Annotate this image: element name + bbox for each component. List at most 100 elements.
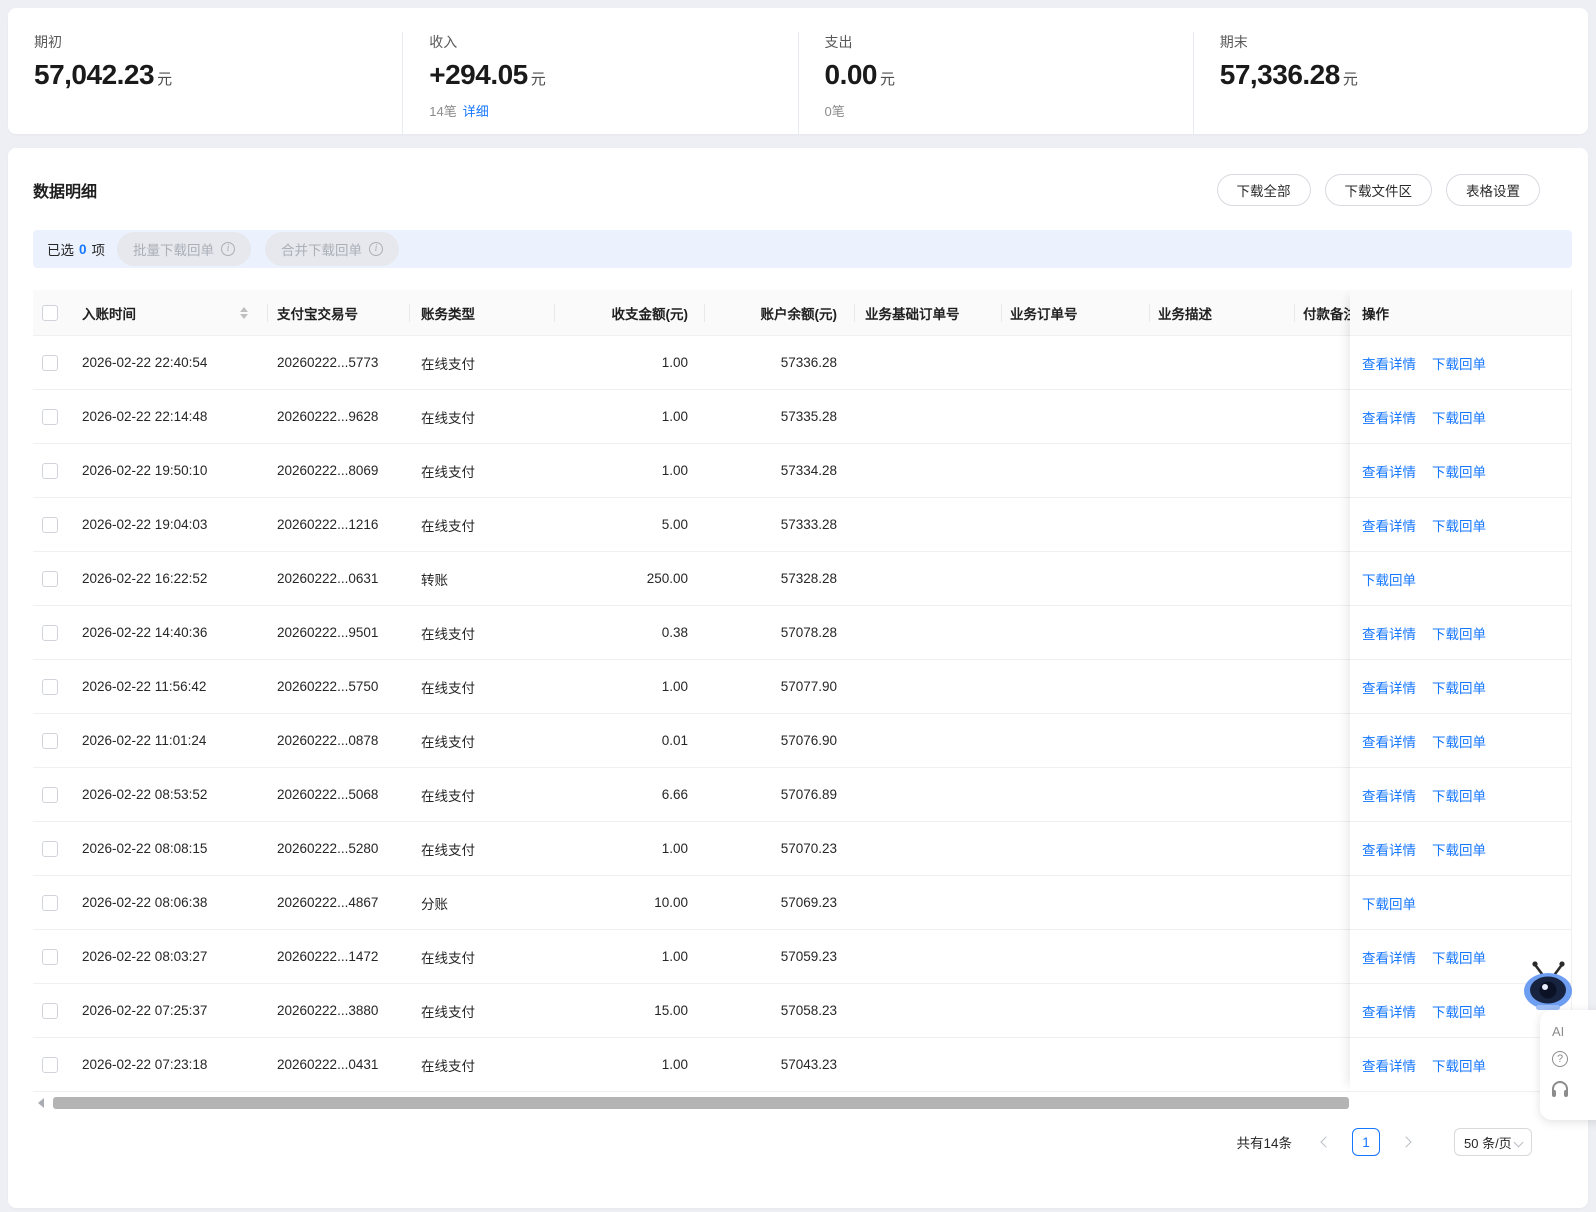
download-all-button[interactable]: 下载全部 [1216,174,1311,206]
download-receipt-link[interactable]: 下载回单 [1432,1001,1486,1021]
cell-account-type: 在线支付 [421,356,475,372]
column-header-actions: 操作 [1350,290,1571,336]
column-header-time[interactable]: 入账时间 [75,290,268,335]
cell-base-order [855,1038,1002,1091]
cell-order [1002,390,1150,443]
cell-time: 2026-02-22 08:03:27 [82,949,208,964]
download-receipt-link[interactable]: 下载回单 [1432,353,1486,373]
download-receipt-link[interactable]: 下载回单 [1432,623,1486,643]
row-checkbox[interactable] [42,948,58,965]
download-receipt-link[interactable]: 下载回单 [1362,893,1416,913]
download-receipt-link[interactable]: 下载回单 [1432,839,1486,859]
view-detail-link[interactable]: 查看详情 [1362,785,1416,805]
income-detail-link[interactable]: 详细 [463,104,489,119]
stat-income: 收入 +294.05 元 14笔 详细 [402,32,797,134]
row-checkbox[interactable] [42,462,58,479]
action-cell: 查看详情 下载回单 [1350,660,1571,714]
row-checkbox[interactable] [42,732,58,749]
table-row: 2026-02-22 19:50:10 20260222...8069 在线支付… [33,444,1572,498]
download-receipt-link[interactable]: 下载回单 [1432,461,1486,481]
stat-value: 57,336.28 元 [1219,59,1358,90]
chevron-down-icon [1513,1137,1524,1147]
row-checkbox[interactable] [42,840,58,857]
cell-order [1002,336,1150,389]
page-size-select[interactable]: 50 条/页 [1454,1128,1532,1156]
cell-account-type: 在线支付 [421,680,475,696]
download-receipt-link[interactable]: 下载回单 [1432,407,1486,427]
cell-txn-id: 20260222...9501 [277,625,379,640]
cell-description [1150,984,1295,1037]
ai-assistant-button[interactable]: AI [1552,1024,1596,1039]
cell-balance: 57328.28 [780,571,837,586]
next-page-icon[interactable] [1400,1136,1412,1148]
view-detail-link[interactable]: 查看详情 [1362,461,1416,481]
download-receipt-link[interactable]: 下载回单 [1432,1055,1486,1075]
cell-description [1150,498,1295,551]
cell-balance: 57076.89 [780,787,837,802]
cell-base-order [855,660,1002,713]
page-1-button[interactable]: 1 [1352,1128,1380,1156]
stat-closing-balance: 期末 57,336.28 元 [1192,32,1588,134]
cell-txn-id: 20260222...0431 [277,1057,379,1072]
table-settings-button[interactable]: 表格设置 [1446,174,1540,206]
cell-balance: 57335.28 [780,409,837,424]
cell-time: 2026-02-22 08:53:52 [82,787,208,802]
row-checkbox[interactable] [42,516,58,533]
download-receipt-link[interactable]: 下载回单 [1432,947,1486,967]
prev-page-icon[interactable] [1320,1136,1332,1148]
cell-description [1150,660,1295,713]
view-detail-link[interactable]: 查看详情 [1362,623,1416,643]
sort-icon[interactable] [240,306,248,319]
row-checkbox[interactable] [42,678,58,695]
view-detail-link[interactable]: 查看详情 [1362,677,1416,697]
row-checkbox[interactable] [42,408,58,425]
view-detail-link[interactable]: 查看详情 [1362,839,1416,859]
table-row: 2026-02-22 22:40:54 20260222...5773 在线支付… [33,336,1572,390]
cell-amount: 5.00 [661,517,688,532]
view-detail-link[interactable]: 查看详情 [1362,1055,1416,1075]
cell-order [1002,930,1150,983]
download-receipt-link[interactable]: 下载回单 [1432,731,1486,751]
table-row: 2026-02-22 08:08:15 20260222...5280 在线支付… [33,822,1572,876]
batch-download-button[interactable]: 批量下载回单 i [117,232,252,266]
cell-amount: 1.00 [661,679,688,694]
robot-icon[interactable] [1522,958,1574,1010]
view-detail-link[interactable]: 查看详情 [1362,353,1416,373]
download-receipt-link[interactable]: 下载回单 [1432,515,1486,535]
table-row: 2026-02-22 22:14:48 20260222...9628 在线支付… [33,390,1572,444]
select-all-checkbox[interactable] [42,304,58,321]
row-checkbox[interactable] [42,570,58,587]
horizontal-scrollbar[interactable] [33,1096,1572,1110]
view-detail-link[interactable]: 查看详情 [1362,407,1416,427]
cell-order [1002,498,1150,551]
cell-amount: 0.01 [661,733,688,748]
scrollbar-thumb[interactable] [53,1097,1349,1109]
row-checkbox[interactable] [42,1056,58,1073]
cell-amount: 1.00 [661,841,688,856]
download-receipt-link[interactable]: 下载回单 [1432,677,1486,697]
row-checkbox[interactable] [42,354,58,371]
cell-time: 2026-02-22 14:40:36 [82,625,208,640]
view-detail-link[interactable]: 查看详情 [1362,1001,1416,1021]
help-icon[interactable]: ? [1552,1051,1568,1067]
cell-account-type: 在线支付 [421,464,475,480]
cell-base-order [855,984,1002,1037]
selection-bar: 已选 0 项 批量下载回单 i 合并下载回单 i [33,230,1572,268]
download-receipt-link[interactable]: 下载回单 [1362,569,1416,589]
download-receipt-link[interactable]: 下载回单 [1432,785,1486,805]
action-cell: 查看详情 下载回单 [1350,1038,1571,1092]
row-checkbox[interactable] [42,894,58,911]
scroll-left-icon[interactable] [38,1098,44,1108]
row-checkbox[interactable] [42,786,58,803]
row-checkbox[interactable] [42,1002,58,1019]
view-detail-link[interactable]: 查看详情 [1362,515,1416,535]
view-detail-link[interactable]: 查看详情 [1362,947,1416,967]
merge-download-button[interactable]: 合并下载回单 i [265,232,400,266]
row-checkbox[interactable] [42,624,58,641]
cell-amount: 6.66 [661,787,688,802]
download-files-button[interactable]: 下载文件区 [1324,174,1432,206]
cell-balance: 57059.23 [780,949,837,964]
view-detail-link[interactable]: 查看详情 [1362,731,1416,751]
customer-service-icon[interactable] [1552,1081,1568,1097]
table-row: 2026-02-22 16:22:52 20260222...0631 转账 2… [33,552,1572,606]
